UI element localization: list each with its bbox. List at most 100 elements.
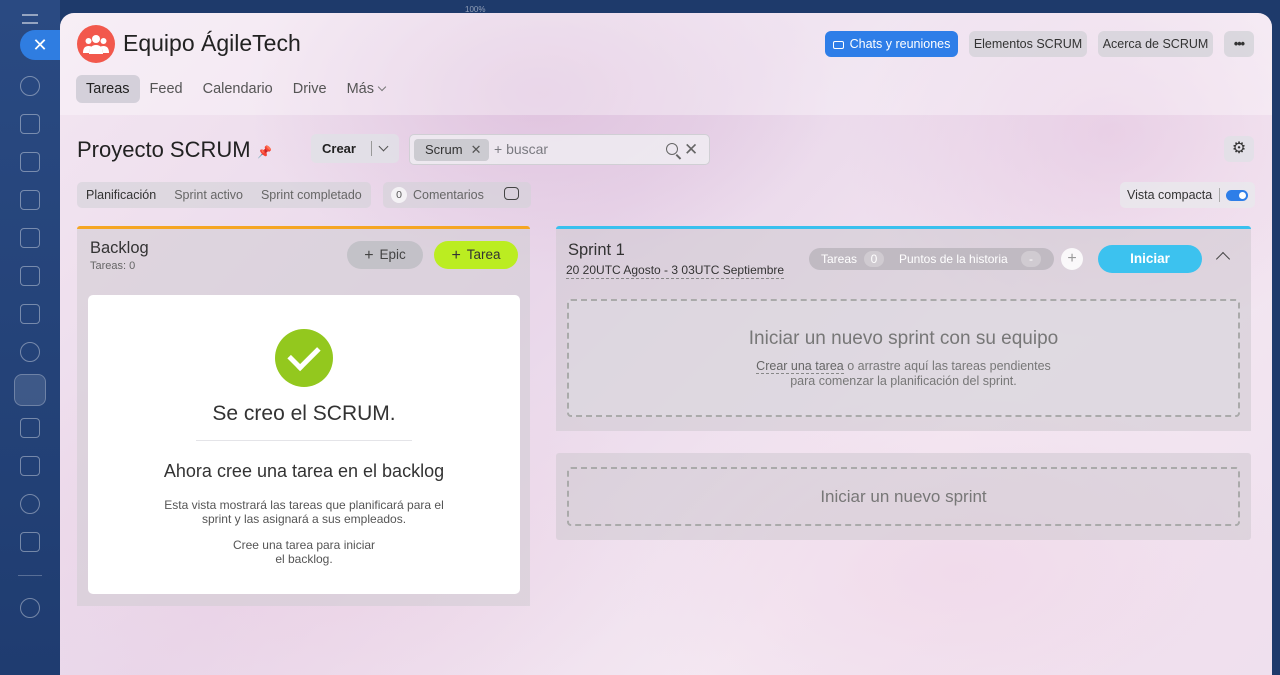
crm-filter-icon[interactable]: [20, 418, 40, 438]
rail-divider: [18, 575, 42, 576]
create-divider: [371, 141, 372, 156]
empty-heading: Se creo el SCRUM.: [212, 402, 396, 425]
chats-button-label: Chats y reuniones: [849, 37, 951, 51]
chevron-up-icon[interactable]: [1215, 251, 1231, 267]
search-box[interactable]: Scrum ✕ ✕: [409, 134, 710, 165]
compact-divider: [1219, 188, 1220, 202]
backlog-panel: Backlog Tareas: 0 + Epic + Tarea Se creo e…: [77, 226, 530, 606]
sprint-title[interactable]: Sprint 1: [568, 241, 625, 260]
sprint-points-value: -: [1021, 251, 1041, 267]
filter-chip[interactable]: Scrum ✕: [414, 139, 490, 161]
nav-tareas[interactable]: Tareas: [76, 75, 140, 103]
dropzone-heading: Iniciar un nuevo sprint con su equipo: [748, 328, 1059, 349]
search-input[interactable]: [494, 141, 654, 157]
more-icon[interactable]: •••: [1224, 31, 1254, 57]
close-slider-button[interactable]: ✕: [20, 30, 64, 60]
chats-button[interactable]: Chats y reuniones: [825, 31, 958, 57]
view-tabs: Planificación Sprint activo Sprint compl…: [77, 182, 371, 208]
group-header: Equipo ÁgileTech Chats y reuniones Eleme…: [60, 13, 1272, 115]
nav-drive[interactable]: Drive: [283, 75, 337, 103]
calendar-icon[interactable]: [20, 190, 40, 210]
empty-desc-line1: Esta vista mostrará las tareas que plani…: [164, 498, 444, 512]
comment-icon: [504, 187, 519, 200]
group-avatar: [77, 25, 115, 63]
card-divider: [196, 440, 412, 441]
compact-view-label: Vista compacta: [1127, 188, 1213, 202]
team-icon: [83, 35, 109, 54]
sprint-tasks-count: 0: [864, 251, 884, 267]
comments-count: 0: [391, 187, 407, 203]
backlog-empty-card: Se creo el SCRUM. Ahora cree una tarea e…: [88, 295, 520, 594]
gear-icon[interactable]: ⚙: [1224, 136, 1254, 162]
nav-calendario[interactable]: Calendario: [193, 75, 283, 103]
about-scrum-button[interactable]: Acerca de SCRUM: [1098, 31, 1213, 57]
scrum-elements-button[interactable]: Elementos SCRUM: [969, 31, 1087, 57]
search-icon[interactable]: [666, 143, 678, 155]
new-sprint-panel: Iniciar un nuevo sprint: [556, 453, 1251, 540]
add-task-button[interactable]: + Tarea: [434, 241, 518, 269]
empty-subheading: Ahora cree una tarea en el backlog: [163, 461, 445, 481]
start-sprint-button[interactable]: Iniciar: [1098, 245, 1202, 273]
marketing-icon[interactable]: [20, 494, 40, 514]
add-epic-button[interactable]: + Epic: [347, 241, 423, 269]
video-camera-icon: [832, 41, 844, 49]
sprint-panel: Sprint 1 20 20UTC Agosto - 3 03UTC Septi…: [556, 226, 1251, 431]
add-epic-label: Epic: [379, 247, 406, 262]
sprint-points-label: Puntos de la historia: [899, 252, 1008, 266]
comments-label: Comentarios: [413, 188, 484, 202]
add-to-sprint-button[interactable]: +: [1061, 248, 1083, 270]
empty-hint-line2: el backlog.: [275, 552, 333, 566]
contacts-icon[interactable]: [20, 342, 40, 362]
drive-icon[interactable]: [20, 266, 40, 286]
tab-active-sprint[interactable]: Sprint activo: [165, 182, 252, 208]
settings-icon[interactable]: [20, 598, 40, 618]
backlog-task-count: Tareas: 0: [90, 260, 136, 272]
chevron-down-icon: [377, 82, 387, 92]
add-task-label: Tarea: [466, 247, 501, 262]
compact-view-toggle[interactable]: [1226, 190, 1248, 201]
empty-hint-line1: Cree una tarea para iniciar: [232, 538, 376, 552]
plus-icon: +: [364, 247, 374, 264]
new-sprint-button[interactable]: Iniciar un nuevo sprint: [567, 467, 1240, 526]
nav-more[interactable]: Más: [337, 75, 395, 103]
backlog-title: Backlog: [90, 239, 149, 257]
activity-icon[interactable]: [20, 76, 40, 96]
sprint-tasks-label: Tareas: [821, 252, 858, 266]
feed-icon[interactable]: [20, 152, 40, 172]
chevron-down-icon[interactable]: [378, 141, 389, 152]
chat-icon[interactable]: [20, 114, 40, 134]
sprint-stats: Tareas 0 Puntos de la historia -: [809, 248, 1054, 270]
tasks-icon[interactable]: [14, 374, 46, 406]
group-title: Equipo ÁgileTech: [123, 30, 301, 56]
filter-chip-label: Scrum: [425, 142, 463, 157]
document-icon[interactable]: [20, 228, 40, 248]
scrum-window: Equipo ÁgileTech Chats y reuniones Eleme…: [60, 13, 1272, 675]
booking-icon[interactable]: [20, 456, 40, 476]
chip-remove-icon[interactable]: ✕: [471, 142, 482, 157]
mail-icon[interactable]: [20, 304, 40, 324]
create-task-link[interactable]: Crear una tarea: [756, 359, 844, 374]
create-button[interactable]: Crear: [311, 134, 399, 163]
sprint-dropzone[interactable]: Iniciar un nuevo sprint con su equipo Cr…: [567, 299, 1240, 417]
plus-icon: +: [451, 247, 461, 264]
compact-view-control: Vista compacta: [1120, 182, 1255, 208]
tab-planning[interactable]: Planificación: [77, 182, 165, 208]
sprint-dates[interactable]: 20 20UTC Agosto - 3 03UTC Septiembre: [566, 263, 785, 279]
shop-cart-icon[interactable]: [20, 532, 40, 552]
nav-more-label: Más: [346, 81, 374, 97]
check-circle-icon: [275, 329, 333, 387]
nav-feed[interactable]: Feed: [140, 75, 193, 103]
comments-button[interactable]: 0 Comentarios: [383, 182, 531, 208]
clear-search-icon[interactable]: ✕: [684, 140, 698, 160]
dropzone-text-rest: o arrastre aquí las tareas pendientes: [843, 359, 1051, 373]
menu-icon[interactable]: [22, 14, 38, 24]
dropzone-text-line2: para comenzar la planificación del sprin…: [790, 374, 1017, 388]
create-button-label: Crear: [322, 141, 356, 156]
tab-completed-sprint[interactable]: Sprint completado: [252, 182, 371, 208]
group-nav: Tareas Feed Calendario Drive Más: [76, 75, 395, 103]
dropzone-text: Crear una tarea o arrastre aquí las tare…: [569, 359, 1238, 389]
page-title: Proyecto SCRUM: [77, 137, 251, 162]
app-sidebar: ✕: [0, 0, 64, 675]
empty-desc-line2: sprint y las asignará a sus empleados.: [201, 512, 407, 526]
pin-icon[interactable]: 📌: [257, 145, 272, 159]
